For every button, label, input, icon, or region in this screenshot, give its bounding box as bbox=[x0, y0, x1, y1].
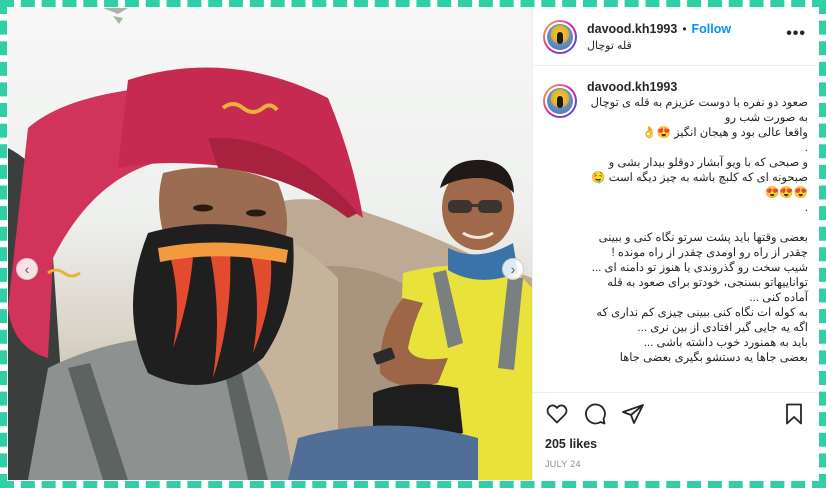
location-link[interactable]: قله توچال bbox=[587, 39, 731, 52]
caption-avatar[interactable] bbox=[543, 84, 577, 118]
next-photo-button[interactable]: › bbox=[502, 258, 524, 280]
caption-text: صعود دو نفره با دوست عزیزم به قله ی توچا… bbox=[590, 97, 808, 364]
comments-section: davood.kh1993 صعود دو نفره با دوست عزیزم… bbox=[533, 66, 818, 392]
action-bar bbox=[545, 401, 806, 427]
avatar[interactable] bbox=[543, 19, 577, 54]
chevron-right-icon: › bbox=[510, 261, 516, 277]
post-side-panel: davood.kh1993 • Follow قله توچال ••• dav… bbox=[532, 8, 818, 480]
more-options-icon[interactable]: ••• bbox=[786, 26, 806, 42]
post-card: ‹ › davood.kh1993 • Follow قله توچال ••• bbox=[8, 8, 818, 480]
photo-illustration bbox=[8, 8, 532, 480]
post-date[interactable]: JULY 24 bbox=[545, 459, 806, 469]
chevron-left-icon: ‹ bbox=[24, 261, 30, 277]
paper-plane-icon[interactable] bbox=[621, 402, 645, 426]
heart-icon[interactable] bbox=[545, 402, 569, 426]
likes-count[interactable]: 205 likes bbox=[545, 437, 806, 451]
post-photo: ‹ › bbox=[8, 8, 532, 480]
bookmark-icon[interactable] bbox=[782, 402, 806, 426]
username-link[interactable]: davood.kh1993 bbox=[587, 22, 677, 36]
follow-button[interactable]: Follow bbox=[692, 22, 732, 36]
caption-username-link[interactable]: davood.kh1993 bbox=[587, 80, 808, 94]
actions-area: 205 likes JULY 24 bbox=[533, 392, 818, 480]
prev-photo-button[interactable]: ‹ bbox=[16, 258, 38, 280]
post-header: davood.kh1993 • Follow قله توچال ••• bbox=[533, 8, 818, 66]
comment-icon[interactable] bbox=[583, 402, 607, 426]
separator-dot: • bbox=[682, 21, 687, 36]
